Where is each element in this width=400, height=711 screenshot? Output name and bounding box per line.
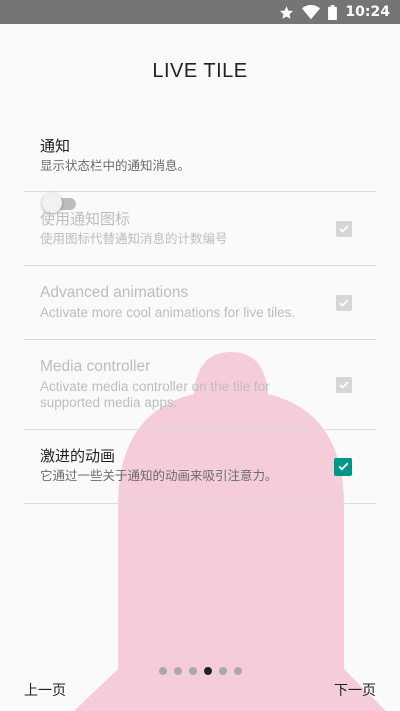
setting-use-notification-icon[interactable]: 使用通知图标 使用图标代替通知消息的计数编号 <box>24 192 376 266</box>
check-icon <box>339 380 349 389</box>
next-page-button[interactable]: 下一页 <box>334 680 376 700</box>
setting-media-controller[interactable]: Media controller Activate media controll… <box>24 340 376 430</box>
prev-page-button[interactable]: 上一页 <box>24 680 66 700</box>
page-title: LIVE TILE <box>152 60 248 82</box>
check-icon <box>339 224 349 233</box>
star-icon <box>280 5 294 19</box>
aggressive-animations-checkbox[interactable] <box>334 457 352 476</box>
setting-aggressive-animations[interactable]: 激进的动画 它通过一些关于通知的动画来吸引注意力。 <box>24 430 376 504</box>
page-dot <box>173 667 182 675</box>
page-dot <box>233 667 242 675</box>
setting-title: 激进的动画 <box>40 447 116 465</box>
page-indicator <box>0 667 400 675</box>
pager: 上一页 下一页 <box>0 660 400 710</box>
setting-subtitle: 显示状态栏中的通知消息。 <box>40 158 191 173</box>
page-dot <box>218 667 227 675</box>
use-notification-icon-checkbox[interactable] <box>336 220 352 237</box>
page-dot-active <box>203 667 212 675</box>
setting-subtitle: Activate media controller on the tile fo… <box>40 379 270 410</box>
wifi-icon <box>302 4 321 19</box>
setting-notifications[interactable]: 通知 显示状态栏中的通知消息。 <box>24 126 376 213</box>
main-content: LIVE TILE 通知 显示状态栏中的通知消息。 使用通知图标 使用图标代替通… <box>0 24 400 711</box>
media-controller-checkbox[interactable] <box>336 376 352 393</box>
setting-subtitle: 使用图标代替通知消息的计数编号 <box>40 231 228 246</box>
setting-title: Advanced animations <box>40 284 189 301</box>
page-dot <box>158 667 167 675</box>
setting-subtitle: 它通过一些关于通知的动画来吸引注意力。 <box>40 468 278 483</box>
settings-list: 通知 显示状态栏中的通知消息。 使用通知图标 使用图标代替通知消息的计数编号 A… <box>24 126 376 504</box>
check-icon <box>337 462 349 471</box>
status-bar: 10:24 <box>0 0 400 24</box>
setting-title: Media controller <box>40 358 151 375</box>
setting-advanced-animations[interactable]: Advanced animations Activate more cool a… <box>24 266 376 340</box>
page-dot <box>188 667 197 675</box>
status-time: 10:24 <box>345 4 390 20</box>
setting-subtitle: Activate more cool animations for live t… <box>40 305 296 320</box>
check-icon <box>339 298 349 307</box>
advanced-animations-checkbox[interactable] <box>336 294 352 311</box>
battery-icon <box>328 4 338 20</box>
setting-title: 通知 <box>40 137 71 155</box>
setting-title: 使用通知图标 <box>40 210 131 228</box>
